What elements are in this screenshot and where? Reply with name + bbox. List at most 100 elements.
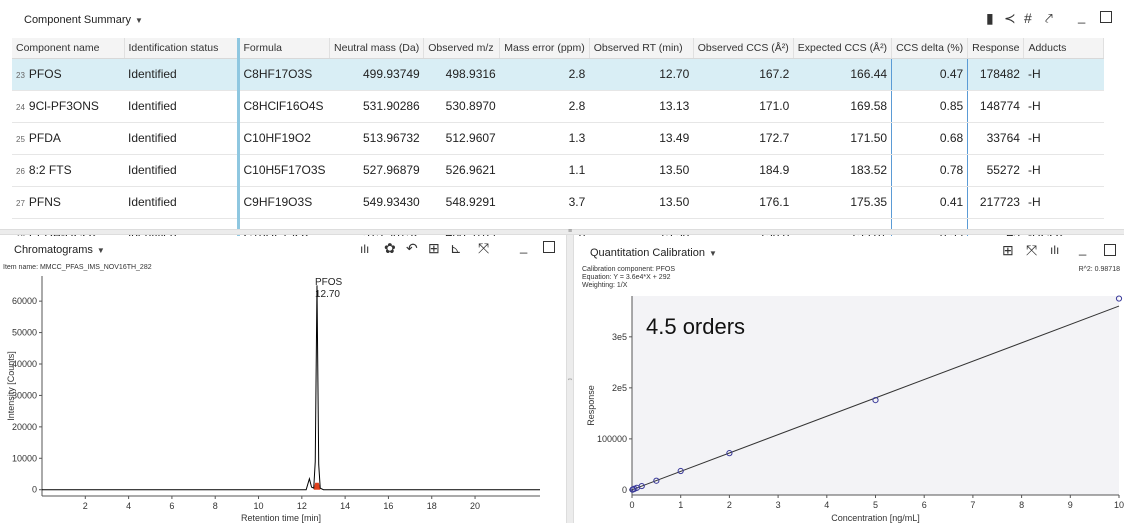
horizontal-splitter[interactable] — [0, 229, 1124, 235]
cell-mass[interactable]: 499.93749 — [329, 58, 424, 91]
chevron-down-icon[interactable]: ▼ — [135, 16, 143, 25]
cell-rt[interactable]: 13.13 — [589, 90, 694, 123]
expand-icon[interactable]: ⤧ — [478, 240, 489, 256]
column-header[interactable]: Observed CCS (Å²) — [693, 38, 794, 59]
cell-occs[interactable]: 176.1 — [693, 186, 794, 219]
chevron-down-icon[interactable]: ▼ — [97, 246, 105, 255]
cell-mz[interactable]: 498.9316 — [423, 58, 500, 91]
cell-name[interactable]: 24 9Cl-PF3ONS — [12, 90, 124, 123]
maximize-icon[interactable] — [543, 241, 555, 253]
maximize-icon[interactable] — [1104, 244, 1116, 256]
cell-formula[interactable]: C8HF17O3S — [236, 58, 330, 91]
component-summary-title[interactable]: Component Summary ▼ — [24, 14, 143, 26]
cell-name[interactable]: 23 PFOS — [12, 58, 124, 91]
cell-err[interactable]: 3.7 — [499, 186, 590, 219]
cell-delta[interactable]: 0.78 — [891, 154, 969, 187]
cell-adduct[interactable]: -H — [1023, 154, 1104, 187]
cell-status[interactable]: Identified — [124, 154, 238, 187]
column-header[interactable]: Identification status — [124, 38, 239, 59]
cell-resp[interactable]: 178482 — [967, 58, 1024, 91]
cell-err[interactable]: 1.1 — [499, 154, 590, 187]
cell-eccs[interactable]: 166.44 — [793, 58, 892, 91]
expand-icon[interactable]: ⤧ — [1026, 242, 1037, 258]
table-row[interactable]: 24 9Cl-PF3ONS Identified C8HClF16O4S 531.902… — [12, 90, 1104, 123]
cell-err[interactable]: 1.3 — [499, 122, 590, 155]
cell-rt[interactable]: 13.49 — [589, 122, 694, 155]
cell-name[interactable]: 25 PFDA — [12, 122, 124, 155]
chromatogram-plot[interactable]: 01000020000300004000050000600002 4 6 8 10 12 1… — [0, 272, 566, 523]
cell-mass[interactable]: 527.96879 — [329, 154, 424, 187]
hash-icon[interactable]: # — [1024, 10, 1032, 26]
column-header[interactable]: Adducts — [1023, 38, 1105, 59]
cell-rt[interactable]: 13.50 — [589, 186, 694, 219]
bar-chart-icon[interactable]: ılı — [1050, 242, 1059, 258]
chromatograms-title[interactable]: Chromatograms ▼ — [14, 244, 105, 256]
table-icon[interactable]: ⊞ — [428, 240, 440, 256]
cell-mass[interactable]: 531.90286 — [329, 90, 424, 123]
cell-eccs[interactable]: 171.50 — [793, 122, 892, 155]
cell-mass[interactable]: 549.93430 — [329, 186, 424, 219]
cell-eccs[interactable]: 175.35 — [793, 186, 892, 219]
cell-delta[interactable]: 0.47 — [891, 57, 969, 91]
cell-mass[interactable]: 513.96732 — [329, 122, 424, 155]
column-header[interactable]: Neutral mass (Da) — [329, 38, 425, 59]
cell-mz[interactable]: 548.9291 — [423, 186, 500, 219]
column-header[interactable]: Component name — [12, 38, 125, 59]
cell-occs[interactable]: 184.9 — [693, 154, 794, 187]
cell-occs[interactable]: 167.2 — [693, 58, 794, 91]
cell-name[interactable]: 26 8:2 FTS — [12, 154, 124, 187]
minimize-icon[interactable]: _ — [1078, 10, 1085, 24]
cell-rt[interactable]: 12.70 — [589, 58, 694, 91]
calibration-plot[interactable]: 0 100000 2e5 3e5 0 1 2 3 4 5 6 7 8 9 10 4.5 orders Conce… — [574, 288, 1124, 523]
cell-err[interactable]: 2.8 — [499, 58, 590, 91]
cell-status[interactable]: Identified — [124, 58, 238, 91]
table-row[interactable]: 25 PFDA Identified C10HF19O2 513.96732 512.96… — [12, 122, 1104, 155]
cell-occs[interactable]: 171.0 — [693, 90, 794, 123]
cell-name[interactable]: 27 PFNS — [12, 186, 124, 219]
maximize-icon[interactable] — [1100, 11, 1112, 23]
cell-mz[interactable]: 526.9621 — [423, 154, 500, 187]
chart-options-icon[interactable]: ⊾ — [450, 240, 462, 256]
chevron-down-icon[interactable]: ▼ — [709, 249, 717, 258]
cell-adduct[interactable]: -H — [1023, 186, 1104, 219]
share-icon[interactable]: ≺ — [1004, 10, 1016, 26]
fit-icon[interactable]: ⤤ — [1045, 10, 1053, 26]
cell-err[interactable]: 2.8 — [499, 90, 590, 123]
cell-eccs[interactable]: 169.58 — [793, 90, 892, 123]
cell-resp[interactable]: 217723 — [967, 186, 1024, 219]
cell-eccs[interactable]: 183.52 — [793, 154, 892, 187]
table-icon[interactable]: ⊞ — [1002, 242, 1014, 258]
cell-mz[interactable]: 530.8970 — [423, 90, 500, 123]
column-header[interactable]: Response — [967, 38, 1025, 59]
bar-chart-icon[interactable]: ılı — [360, 241, 369, 257]
cell-status[interactable]: Identified — [124, 122, 238, 155]
minimize-icon[interactable]: _ — [520, 240, 527, 254]
cell-resp[interactable]: 55272 — [967, 154, 1024, 187]
cell-rt[interactable]: 13.50 — [589, 154, 694, 187]
calibration-title[interactable]: Quantitation Calibration ▼ — [590, 247, 717, 259]
cell-delta[interactable]: 0.85 — [891, 90, 969, 123]
cell-status[interactable]: Identified — [124, 90, 238, 123]
column-header[interactable]: Observed RT (min) — [589, 38, 694, 59]
cell-mz[interactable]: 512.9607 — [423, 122, 500, 155]
column-header[interactable]: Expected CCS (Å²) — [793, 38, 893, 59]
cell-formula[interactable]: C8HClF16O4S — [236, 90, 330, 123]
table-row[interactable]: 23 PFOS Identified C8HF17O3S 499.93749 498.93… — [12, 57, 1104, 91]
gear-icon[interactable]: ✿ — [384, 240, 396, 256]
minimize-icon[interactable]: _ — [1079, 242, 1086, 256]
cell-formula[interactable]: C9HF19O3S — [236, 186, 330, 219]
undo-zoom-icon[interactable]: ↶ — [406, 240, 418, 256]
column-header[interactable]: Formula — [236, 38, 331, 59]
cell-resp[interactable]: 148774 — [967, 90, 1024, 123]
ims-icon[interactable]: ▮ — [986, 10, 994, 26]
cell-adduct[interactable]: -H — [1023, 122, 1104, 155]
column-header[interactable]: Mass error (ppm) — [499, 38, 590, 59]
table-row[interactable]: 26 8:2 FTS Identified C10H5F17O3S 527.96879 5… — [12, 154, 1104, 187]
cell-resp[interactable]: 33764 — [967, 122, 1024, 155]
cell-delta[interactable]: 0.41 — [891, 186, 969, 219]
cell-status[interactable]: Identified — [124, 186, 238, 219]
table-row[interactable]: 27 PFNS Identified C9HF19O3S 549.93430 548.92… — [12, 186, 1104, 219]
cell-adduct[interactable]: -H — [1023, 58, 1104, 91]
splitter-handle-icon[interactable]: ⇔ — [566, 376, 574, 386]
column-header[interactable]: CCS delta (%) — [891, 38, 969, 59]
